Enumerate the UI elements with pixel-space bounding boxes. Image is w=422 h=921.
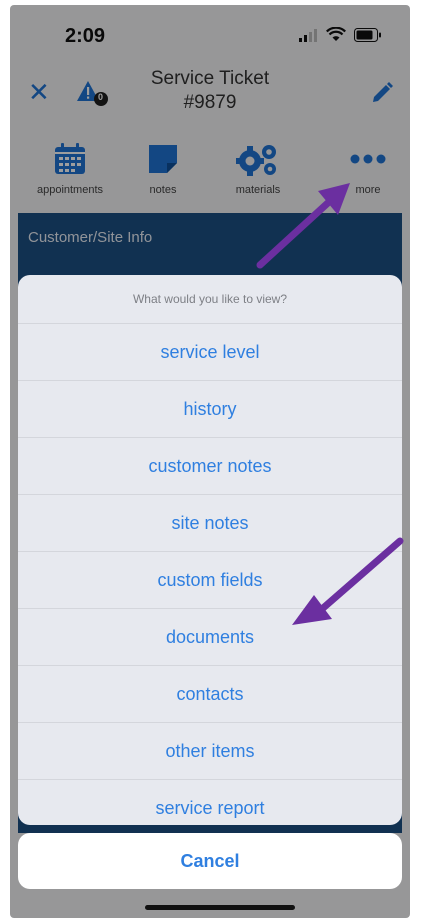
action-contacts[interactable]: contacts bbox=[18, 666, 402, 723]
annotation-arrow-more bbox=[256, 183, 350, 269]
phone-screen: 2:09 ✕ 0 Service Ticket #9879 appointmen… bbox=[10, 5, 410, 918]
action-customer-notes[interactable]: customer notes bbox=[18, 438, 402, 495]
cancel-button[interactable]: Cancel bbox=[18, 833, 402, 889]
action-service-report[interactable]: service report bbox=[18, 780, 402, 825]
action-history[interactable]: history bbox=[18, 381, 402, 438]
action-service-level[interactable]: service level bbox=[18, 324, 402, 381]
annotation-arrow-documents bbox=[292, 537, 404, 625]
action-sheet-title: What would you like to view? bbox=[18, 275, 402, 324]
action-other-items[interactable]: other items bbox=[18, 723, 402, 780]
home-indicator bbox=[145, 905, 295, 910]
